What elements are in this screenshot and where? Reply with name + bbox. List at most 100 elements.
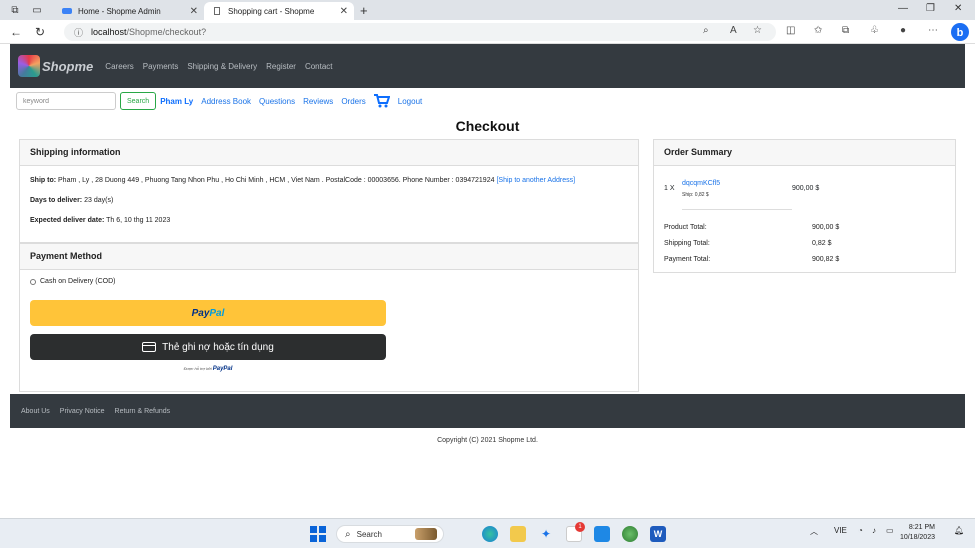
logo-text: Shopme <box>42 58 94 74</box>
favorites-icon[interactable]: ✩ <box>814 25 822 36</box>
minimize-icon[interactable]: — <box>898 3 908 14</box>
browser-tab-bar: ⧉ ▭ Home - Shopme Admin ✕ Shopping cart … <box>0 0 975 20</box>
taskbar-search[interactable]: ⌕ Search <box>336 525 444 543</box>
windows-start-icon[interactable] <box>310 526 326 542</box>
store-app-icon[interactable]: ✦ <box>538 526 554 542</box>
expected-date-line: Expected deliver date: Th 6, 10 thg 11 2… <box>30 216 628 226</box>
nav-careers[interactable]: Careers <box>105 62 133 71</box>
shopme-logo[interactable]: Shopme <box>18 55 93 77</box>
favorite-star-icon[interactable]: ☆ <box>753 25 762 36</box>
word-app-icon[interactable]: W <box>650 526 666 542</box>
payment-method-card: Payment Method Cash on Delivery (COD) Pa… <box>19 243 639 392</box>
nav-payments[interactable]: Payments <box>143 62 179 71</box>
close-tab-icon[interactable]: ✕ <box>340 6 348 17</box>
battery-icon[interactable]: ▭ <box>886 526 894 535</box>
zalo-app-icon[interactable]: 1 <box>566 522 585 542</box>
ship-to-label: Ship to: <box>30 177 57 184</box>
footer-navbar: About Us Privacy Notice Return & Refunds <box>10 394 965 428</box>
tab-shopping-cart[interactable]: Shopping cart - Shopme ✕ <box>204 2 354 20</box>
powered-by-brand: PayPal <box>212 366 233 372</box>
shopme-favicon <box>62 8 72 14</box>
days-value: 23 day(s) <box>84 197 114 204</box>
tray-chevron-icon[interactable]: ︿ <box>810 526 818 537</box>
paypal-logo: PayPal <box>191 307 225 319</box>
search-highlight-icon <box>415 528 437 540</box>
nav-contact[interactable]: Contact <box>305 62 333 71</box>
footer-privacy-notice[interactable]: Privacy Notice <box>60 408 105 415</box>
vscode-app-icon[interactable] <box>594 526 610 542</box>
site-info-icon[interactable]: ⓘ <box>74 26 83 39</box>
profile-icon[interactable]: ● <box>900 25 906 36</box>
nav-register[interactable]: Register <box>266 62 296 71</box>
expected-label: Expected deliver date: <box>30 217 105 224</box>
top-navbar: Shopme Careers Payments Shipping & Deliv… <box>10 44 965 88</box>
copilot-icon[interactable]: b <box>950 22 970 42</box>
questions-link[interactable]: Questions <box>259 97 295 106</box>
workspaces-icon[interactable]: ⧉ <box>8 3 22 17</box>
user-subnav: Search Pham Ly Address Book Questions Re… <box>16 90 422 112</box>
shipping-info-body: Ship to: Pham , Ly , 28 Duong 449 , Phuo… <box>20 166 638 246</box>
footer-about-us[interactable]: About Us <box>21 408 50 415</box>
notification-badge: 1 <box>575 522 585 532</box>
restore-icon[interactable]: ❐ <box>926 3 935 14</box>
edge-app-icon[interactable] <box>482 526 498 542</box>
logout-link[interactable]: Logout <box>398 97 422 106</box>
volume-icon[interactable]: ♪ <box>872 526 876 535</box>
file-explorer-icon[interactable] <box>510 526 526 542</box>
product-total-value: 900,00 $ <box>812 224 840 231</box>
language-indicator[interactable]: VIE <box>834 526 847 535</box>
days-to-deliver-line: Days to deliver: 23 day(s) <box>30 196 628 206</box>
back-icon[interactable]: ← <box>8 24 24 40</box>
shipping-info-card: Shipping information Ship to: Pham , Ly … <box>19 139 639 243</box>
item-name-link[interactable]: dqcqmKCfl5 <box>682 180 720 187</box>
payment-total-label: Payment Total: <box>664 256 711 263</box>
product-total-row: Product Total: 900,00 $ <box>664 224 944 231</box>
shipping-total-row: Shipping Total: 0,82 $ <box>664 240 944 247</box>
refresh-icon[interactable]: ↻ <box>32 24 48 40</box>
debit-credit-card-button[interactable]: Thẻ ghi nợ hoặc tín dụng <box>30 334 386 360</box>
zoom-icon[interactable]: ⌕ <box>703 25 709 36</box>
shipping-info-header: Shipping information <box>20 140 638 166</box>
paypal-button[interactable]: PayPal <box>30 300 386 326</box>
ship-to-another-address-link[interactable]: [Ship to another Address] <box>496 177 575 184</box>
cod-option[interactable]: Cash on Delivery (COD) <box>30 278 628 285</box>
orders-link[interactable]: Orders <box>341 97 365 106</box>
read-aloud-icon[interactable]: A <box>730 25 737 36</box>
payment-method-body: Cash on Delivery (COD) <box>20 270 638 295</box>
shipping-total-label: Shipping Total: <box>664 240 710 247</box>
clock-time: 8:21 PM <box>908 524 935 531</box>
new-tab-icon[interactable]: + <box>360 3 368 18</box>
reviews-link[interactable]: Reviews <box>303 97 333 106</box>
clock-date: 10/18/2023 <box>899 534 935 541</box>
windows-taskbar: ⌕ Search ✦ 1 W ︿ VIE ◔ ♪ ▭ 8:21 PM 10/18… <box>0 518 975 548</box>
taskbar-clock[interactable]: 8:21 PM 10/18/2023 <box>900 523 935 543</box>
footer-return-refunds[interactable]: Return & Refunds <box>115 408 171 415</box>
split-screen-icon[interactable]: ◫ <box>786 25 795 36</box>
collections-icon[interactable]: ⧉ <box>842 25 849 36</box>
user-name-link[interactable]: Pham Ly <box>160 97 193 106</box>
tab-actions-icon[interactable]: ▭ <box>30 3 44 17</box>
taskbar-search-label: Search <box>356 529 382 539</box>
extensions-icon[interactable]: ♧ <box>870 25 879 36</box>
product-total-label: Product Total: <box>664 224 707 231</box>
order-item: 1 X dqcqmKCfl5 Ship: 0,82 $ 900,00 $ <box>664 180 944 204</box>
nav-shipping-delivery[interactable]: Shipping & Delivery <box>187 62 257 71</box>
close-tab-icon[interactable]: ✕ <box>190 6 198 17</box>
search-input[interactable] <box>16 92 116 110</box>
search-button[interactable]: Search <box>120 92 157 110</box>
url-input[interactable]: ⓘ localhost/Shopme/checkout? <box>64 23 776 41</box>
web-page: Shopme Careers Payments Shipping & Deliv… <box>0 44 975 518</box>
address-book-link[interactable]: Address Book <box>201 97 251 106</box>
url-host: localhost <box>91 27 127 37</box>
cart-icon[interactable] <box>373 94 390 108</box>
more-menu-icon[interactable]: ⋯ <box>928 25 938 36</box>
order-summary-header: Order Summary <box>654 140 955 166</box>
wifi-icon[interactable]: ◔ <box>858 526 863 535</box>
tab-label: Home - Shopme Admin <box>78 6 161 16</box>
close-window-icon[interactable]: ✕ <box>954 3 962 14</box>
notifications-bell-icon[interactable]: 🔔︎ <box>954 526 964 535</box>
cod-radio[interactable] <box>30 278 36 285</box>
credit-card-icon <box>142 342 157 352</box>
tab-home-shopme-admin[interactable]: Home - Shopme Admin ✕ <box>54 2 204 20</box>
green-app-icon[interactable] <box>622 526 638 542</box>
